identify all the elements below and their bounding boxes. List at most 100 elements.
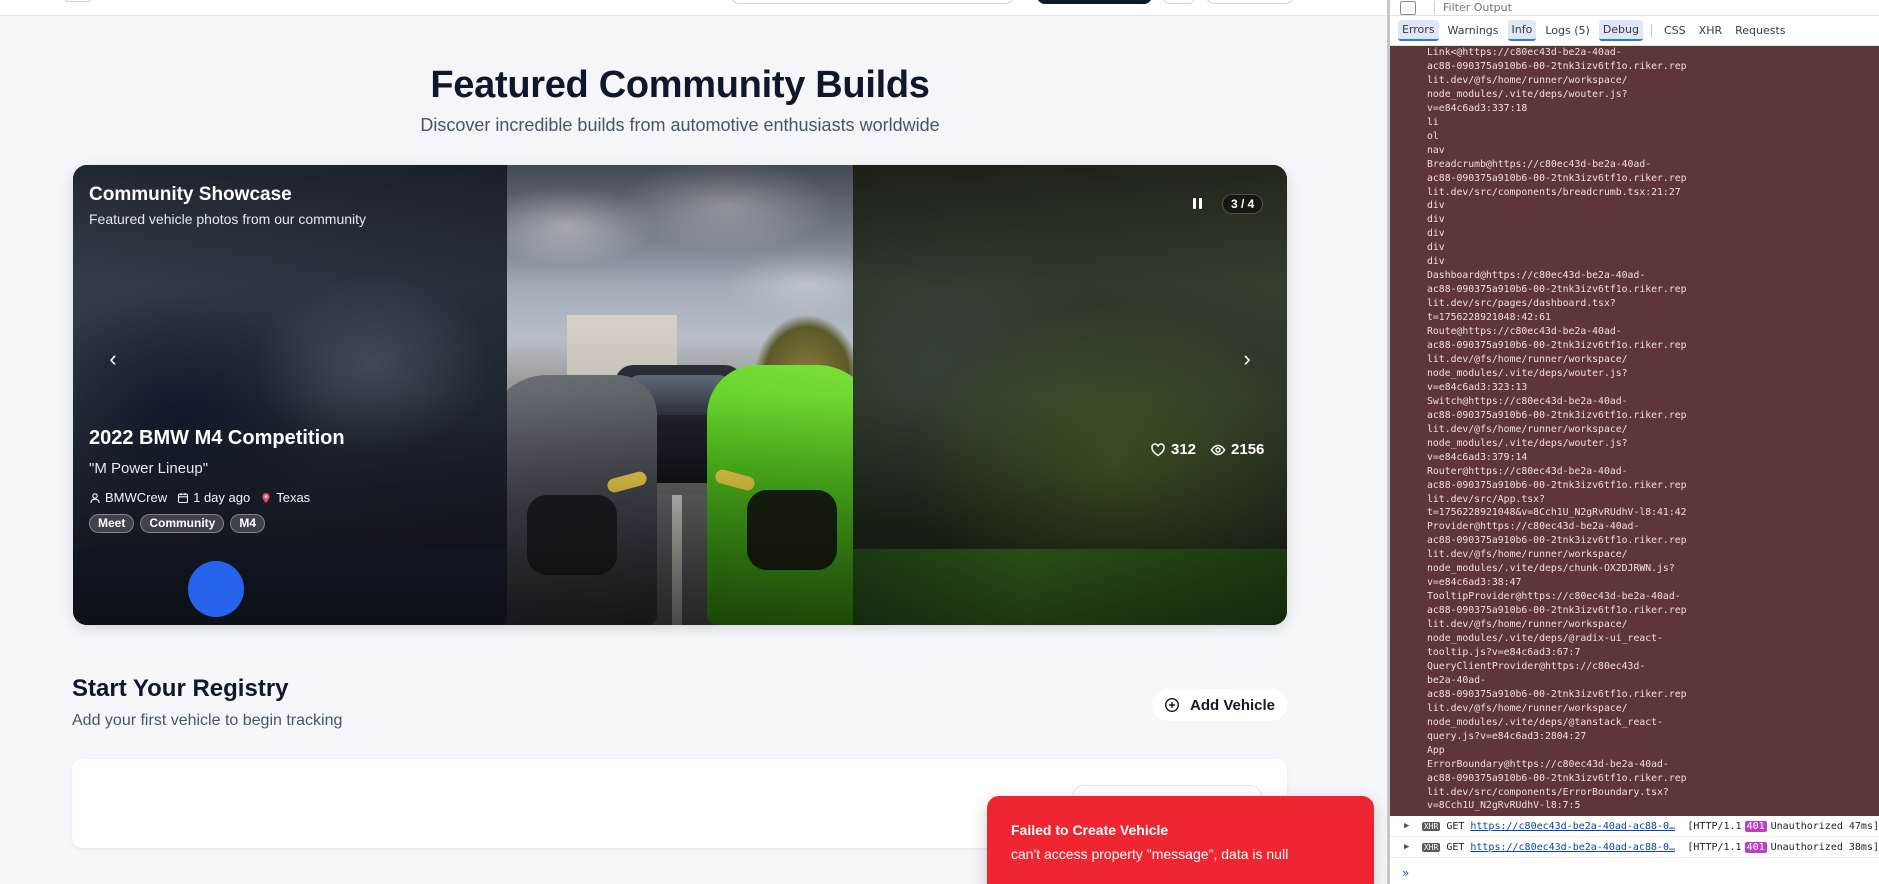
log-line: v=e84c6ad3:323:13 bbox=[1427, 381, 1528, 393]
featured-section: Featured Community Builds Discover incre… bbox=[0, 16, 1387, 642]
posted-meta: 1 day ago bbox=[177, 490, 250, 505]
plus-circle-icon bbox=[1164, 697, 1180, 713]
registry-subtitle: Add your first vehicle to begin tracking bbox=[72, 712, 343, 729]
owner-name: BMWCrew bbox=[105, 490, 168, 505]
user-icon bbox=[90, 492, 100, 503]
registry-title: Start Your Registry bbox=[72, 675, 289, 702]
log-line: Breadcrumb@https://c80ec43d-be2a-40ad- bbox=[1427, 158, 1652, 170]
tab-logs[interactable]: Logs (5) bbox=[1541, 21, 1593, 40]
toast-message: can't access property "message", data is… bbox=[1011, 846, 1289, 862]
log-line: ac88-090375a910b6-00-2tnk3izv6tf1o.riker… bbox=[1427, 172, 1687, 184]
log-line: li bbox=[1427, 116, 1439, 128]
tag-chip[interactable]: M4 bbox=[230, 514, 266, 533]
log-line: ErrorBoundary@https://c80ec43d-be2a-40ad… bbox=[1427, 758, 1669, 770]
log-line: lit.dev/src/App.tsx? bbox=[1427, 493, 1545, 505]
log-line: lit.dev/@fs/home/runner/workspace/ bbox=[1427, 549, 1628, 561]
xhr-status-code: 401 bbox=[1744, 841, 1767, 853]
tag-chip[interactable]: Community bbox=[140, 514, 225, 533]
tag-list: Meet Community M4 bbox=[89, 514, 266, 533]
log-line: ac88-090375a910b6-00-2tnk3izv6tf1o.riker… bbox=[1427, 60, 1687, 72]
chevron-right-icon[interactable]: › bbox=[1232, 344, 1262, 374]
vehicle-meta: BMWCrew 1 day ago Texas bbox=[89, 490, 310, 505]
log-line: node_modules/.vite/deps/wouter.js? bbox=[1427, 367, 1628, 379]
eye-icon bbox=[1210, 444, 1226, 455]
xhr-row[interactable]: ▶ XHR GET https://c80ec43d-be2a-40ad-ac8… bbox=[1390, 837, 1879, 858]
error-toast[interactable]: Failed to Create Vehicle can't access pr… bbox=[987, 796, 1374, 884]
log-line: lit.dev/@fs/home/runner/workspace/ bbox=[1427, 353, 1628, 365]
log-line: nav bbox=[1427, 144, 1445, 156]
log-line: tooltip.js?v=e84c6ad3:67:7 bbox=[1427, 646, 1581, 658]
tab-xhr[interactable]: XHR bbox=[1695, 21, 1726, 40]
add-vehicle-button[interactable]: Add Vehicle bbox=[1152, 689, 1288, 721]
vehicle-stats: 312 2156 bbox=[1150, 441, 1264, 458]
app-window: Featured Community Builds Discover incre… bbox=[0, 0, 1387, 884]
log-line: v=e84c6ad3:38:47 bbox=[1427, 577, 1522, 589]
secondary-nav-button[interactable] bbox=[1205, 0, 1295, 4]
slide-counter-badge: 3 / 4 bbox=[1222, 194, 1264, 214]
log-line: ol bbox=[1427, 130, 1439, 142]
console-prompt-icon: » bbox=[1402, 866, 1410, 880]
xhr-protocol: [HTTP/1.1 bbox=[1687, 841, 1742, 853]
featured-title: Featured Community Builds bbox=[430, 64, 930, 106]
log-line: v=e84c6ad3:337:18 bbox=[1427, 102, 1528, 114]
log-line: lit.dev/@fs/home/runner/workspace/ bbox=[1427, 74, 1628, 86]
tab-errors[interactable]: Errors bbox=[1398, 20, 1439, 41]
owner-meta: BMWCrew bbox=[89, 490, 167, 505]
log-line: ac88-090375a910b6-00-2tnk3izv6tf1o.riker… bbox=[1427, 479, 1687, 491]
filter-input[interactable]: Filter Output bbox=[1434, 1, 1512, 14]
tab-debug[interactable]: Debug bbox=[1598, 20, 1643, 41]
photo-lane-line bbox=[672, 495, 682, 625]
community-carousel[interactable]: Community Showcase Featured vehicle phot… bbox=[73, 165, 1287, 625]
log-line: Route@https://c80ec43d-be2a-40ad- bbox=[1427, 326, 1622, 338]
log-line: Router@https://c80ec43d-be2a-40ad- bbox=[1427, 465, 1628, 477]
xhr-status-text: Unauthorized 47ms] bbox=[1770, 820, 1879, 832]
carousel-subtitle: Featured vehicle photos from our communi… bbox=[89, 211, 367, 227]
expand-arrow-icon[interactable]: ▶ bbox=[1404, 842, 1414, 852]
log-line: TooltipProvider@https://c80ec43d-be2a-40… bbox=[1427, 591, 1681, 603]
add-vehicle-label: Add Vehicle bbox=[1190, 696, 1276, 714]
log-line: lit.dev/src/components/breadcrumb.tsx:21… bbox=[1427, 186, 1681, 198]
log-line: div bbox=[1427, 228, 1445, 240]
tab-info[interactable]: Info bbox=[1507, 20, 1537, 41]
xhr-row[interactable]: ▶ XHR GET https://c80ec43d-be2a-40ad-ac8… bbox=[1390, 816, 1879, 837]
console-input[interactable]: » bbox=[1390, 862, 1879, 884]
log-line: node_modules/.vite/deps/chunk-OX2DJRWN.j… bbox=[1427, 563, 1675, 575]
console-error-log: Link<@https://c80ec43d-be2a-40ad-ac88-09… bbox=[1390, 46, 1879, 816]
calendar-icon bbox=[178, 492, 189, 503]
carousel-active-indicator[interactable] bbox=[188, 561, 244, 617]
log-line: Switch@https://c80ec43d-be2a-40ad- bbox=[1427, 395, 1628, 407]
xhr-url[interactable]: https://c80ec43d-be2a-40ad-ac88-0… bbox=[1470, 842, 1679, 853]
heart-icon bbox=[1151, 442, 1165, 456]
pause-icon[interactable] bbox=[1188, 194, 1206, 212]
log-line: ac88-090375a910b6-00-2tnk3izv6tf1o.riker… bbox=[1427, 284, 1687, 296]
tab-requests[interactable]: Requests bbox=[1731, 21, 1789, 40]
log-line: lit.dev/src/pages/dashboard.tsx? bbox=[1427, 298, 1616, 310]
xhr-status-text: Unauthorized 38ms] bbox=[1770, 841, 1879, 853]
xhr-badge: XHR bbox=[1421, 842, 1441, 852]
photo-car-green bbox=[707, 365, 853, 625]
icon-button[interactable] bbox=[1162, 0, 1196, 4]
tab-warnings[interactable]: Warnings bbox=[1444, 21, 1503, 40]
log-line: node_modules/.vite/deps/wouter.js? bbox=[1427, 437, 1628, 449]
tag-chip[interactable]: Meet bbox=[89, 514, 135, 533]
log-line: node_modules/.vite/deps/wouter.js? bbox=[1427, 88, 1628, 100]
chevron-left-icon[interactable]: ‹ bbox=[98, 344, 128, 374]
log-line: ac88-090375a910b6-00-2tnk3izv6tf1o.riker… bbox=[1427, 605, 1687, 617]
likes-stat[interactable]: 312 bbox=[1150, 441, 1196, 458]
carousel-strip-right bbox=[853, 549, 1287, 625]
trash-icon[interactable] bbox=[1400, 0, 1416, 15]
xhr-url[interactable]: https://c80ec43d-be2a-40ad-ac88-0… bbox=[1470, 821, 1679, 832]
logo[interactable] bbox=[64, 0, 92, 2]
log-line: App bbox=[1427, 744, 1445, 756]
search-input[interactable] bbox=[730, 0, 1015, 4]
log-line: Link<@https://c80ec43d-be2a-40ad- bbox=[1427, 47, 1622, 58]
log-line: lit.dev/@fs/home/runner/workspace/ bbox=[1427, 423, 1628, 435]
console-filter-row: Filter Output bbox=[1390, 0, 1879, 16]
tab-css[interactable]: CSS bbox=[1660, 21, 1690, 40]
map-pin-icon bbox=[262, 492, 270, 503]
primary-nav-button[interactable] bbox=[1037, 0, 1152, 4]
featured-subtitle: Discover incredible builds from automoti… bbox=[420, 115, 940, 135]
expand-arrow-icon[interactable]: ▶ bbox=[1404, 821, 1414, 831]
posted-time: 1 day ago bbox=[193, 490, 251, 505]
log-line: query.js?v=e84c6ad3:2804:27 bbox=[1427, 730, 1587, 742]
